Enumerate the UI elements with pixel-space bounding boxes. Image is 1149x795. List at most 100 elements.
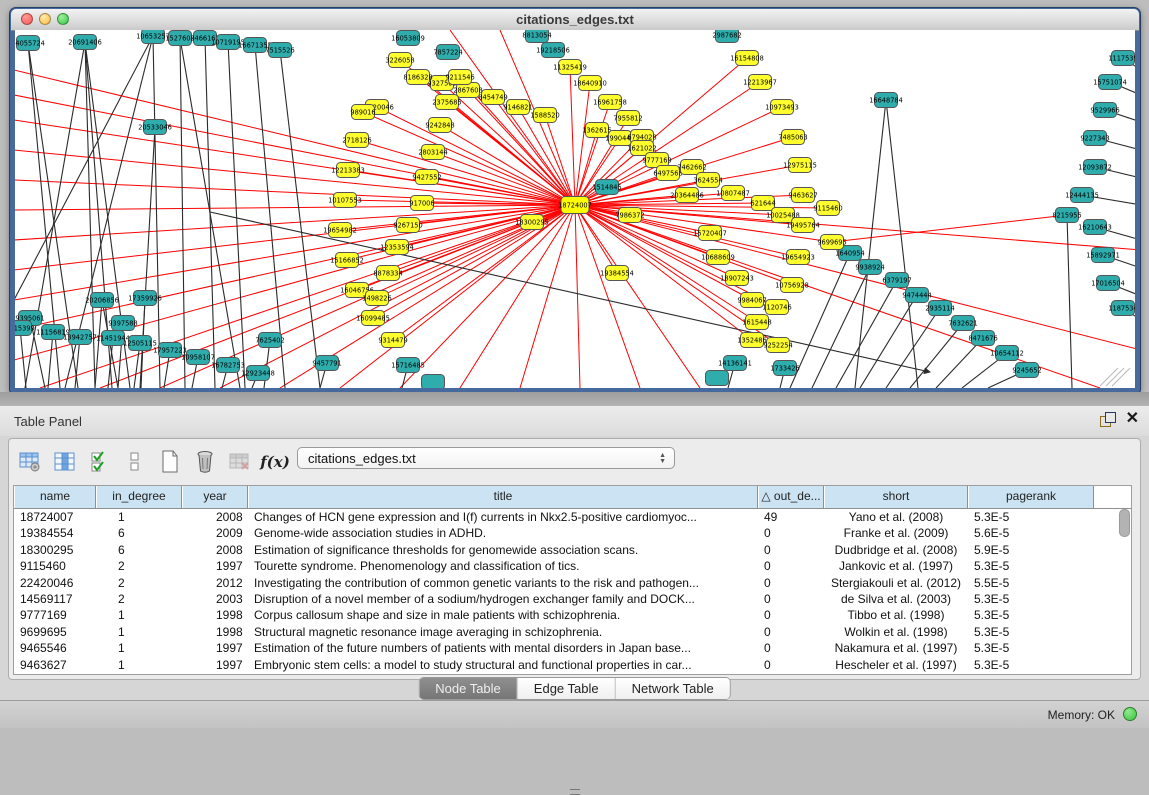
panel-divider[interactable] <box>0 392 1149 406</box>
cell-title[interactable]: Investigating the contribution of common… <box>248 575 758 591</box>
cell-year[interactable]: 1997 <box>182 640 248 656</box>
graph-node-teal[interactable]: 7857224 <box>433 45 462 60</box>
graph-node-selected[interactable]: 9427552 <box>412 170 441 185</box>
graph-node-selected[interactable]: 1352486 <box>737 333 766 348</box>
graph-node-selected[interactable]: 19384554 <box>600 266 634 281</box>
graph-edge[interactable] <box>363 112 575 205</box>
graph-node-teal[interactable]: 1733426 <box>770 361 799 376</box>
graph-node-teal[interactable]: 14136141 <box>718 356 752 371</box>
cell-short[interactable]: Stergiakouli et al. (2012) <box>824 575 968 591</box>
cell-name[interactable]: 14569117 <box>14 591 96 607</box>
unselect-rows-icon[interactable] <box>122 448 148 476</box>
close-panel-icon[interactable]: ✕ <box>1126 412 1139 426</box>
cell-name[interactable]: 18724007 <box>14 509 96 525</box>
cell-title[interactable]: Genome-wide association studies in ADHD. <box>248 525 758 541</box>
cell-year[interactable]: 1998 <box>182 607 248 623</box>
graph-node-selected[interactable]: 9211546 <box>445 70 474 85</box>
cell-in_degree[interactable]: 2 <box>96 591 182 607</box>
graph-edge[interactable] <box>886 100 918 388</box>
graph-node-teal[interactable]: 1514845 <box>592 180 621 195</box>
column-header-out_de[interactable]: △ out_de... <box>758 486 824 508</box>
table-columns-icon[interactable] <box>52 448 78 476</box>
cell-short[interactable]: Wolkin et al. (1998) <box>824 624 968 640</box>
cell-title[interactable]: Corpus callosum shape and size in male p… <box>248 607 758 623</box>
graph-node-teal[interactable]: 10654112 <box>990 346 1024 361</box>
cell-out_de[interactable]: 0 <box>758 657 824 673</box>
select-all-checks-icon[interactable] <box>87 448 113 476</box>
graph-node-teal[interactable]: 8471676 <box>968 331 997 346</box>
table-row[interactable]: 911546021997Tourette syndrome. Phenomeno… <box>14 558 1131 574</box>
graph-edge[interactable] <box>575 205 1100 388</box>
graph-edge[interactable] <box>280 50 320 388</box>
cell-name[interactable]: 19384554 <box>14 525 96 541</box>
graph-edge[interactable] <box>520 205 575 388</box>
cell-year[interactable]: 2008 <box>182 542 248 558</box>
graph-node-teal[interactable]: 24055724 <box>15 36 45 51</box>
graph-node-selected[interactable]: 9252254 <box>763 338 792 353</box>
graph-node-selected[interactable]: 9463627 <box>788 188 817 203</box>
graph-node-teal[interactable]: 15892971 <box>1086 248 1120 263</box>
cell-in_degree[interactable]: 1 <box>96 657 182 673</box>
graph-node-teal[interactable]: 20206856 <box>85 293 119 308</box>
graph-node-teal[interactable]: 20533046 <box>138 120 172 135</box>
graph-node-teal[interactable]: 1117539 <box>1108 51 1135 66</box>
cell-in_degree[interactable]: 1 <box>96 509 182 525</box>
cell-name[interactable]: 9463627 <box>14 657 96 673</box>
graph-node-teal[interactable]: 19218506 <box>536 43 570 58</box>
table-row[interactable]: 969969511998Structural magnetic resonanc… <box>14 624 1131 640</box>
graph-edge[interactable] <box>910 323 963 388</box>
table-row[interactable]: 1456911722003Disruption of a novel membe… <box>14 591 1131 607</box>
node-table[interactable]: namein_degreeyeartitle△ out_de...shortpa… <box>13 485 1132 675</box>
column-header-title[interactable]: title <box>248 486 758 508</box>
graph-node-selected[interactable]: 10756928 <box>775 278 809 293</box>
graph-node-selected[interactable]: 16961758 <box>593 95 627 110</box>
function-builder-icon[interactable]: f(x) <box>262 448 288 476</box>
graph-edge[interactable] <box>886 308 940 388</box>
cell-title[interactable]: Tourette syndrome. Phenomenology and cla… <box>248 558 758 574</box>
cell-short[interactable]: Yano et al. (2008) <box>824 509 968 525</box>
graph-edge[interactable] <box>860 295 917 388</box>
cell-pagerank[interactable]: 5.6E-5 <box>968 525 1094 541</box>
graph-node-selected[interactable]: 19654982 <box>323 223 357 238</box>
graph-edge[interactable] <box>95 300 102 388</box>
graph-node-selected[interactable]: 9115460 <box>813 201 842 216</box>
graph-node-selected[interactable]: 15720407 <box>693 226 727 241</box>
delete-attribute-icon[interactable] <box>192 448 218 476</box>
cell-title[interactable]: Estimation of significance thresholds fo… <box>248 542 758 558</box>
tab-edge-table[interactable]: Edge Table <box>518 678 616 699</box>
graph-node-selected[interactable]: 18640910 <box>573 76 607 91</box>
graph-node-selected[interactable]: 7955812 <box>613 111 642 126</box>
cell-title[interactable]: Embryonic stem cells: a model to study s… <box>248 657 758 673</box>
graph-edge[interactable] <box>575 205 580 388</box>
table-row[interactable]: 946362711997Embryonic stem cells: a mode… <box>14 657 1131 673</box>
column-header-in_degree[interactable]: in_degree <box>96 486 182 508</box>
graph-node-teal[interactable]: 9529966 <box>1090 103 1119 118</box>
graph-node-teal[interactable]: 16210643 <box>1078 220 1112 235</box>
graph-edge[interactable] <box>15 205 575 210</box>
graph-node-teal[interactable]: 9397588 <box>108 316 137 331</box>
graph-node-selected[interactable]: 12213383 <box>331 163 365 178</box>
graph-node-selected[interactable]: 2718126 <box>342 133 371 148</box>
column-header-pagerank[interactable]: pagerank <box>968 486 1094 508</box>
network-canvas[interactable]: 2405572420691406106532571527602846616210… <box>15 30 1135 388</box>
cell-name[interactable]: 9115460 <box>14 558 96 574</box>
cell-short[interactable]: Hescheler et al. (1997) <box>824 657 968 673</box>
graph-node-selected[interactable]: 9146821 <box>503 100 532 115</box>
cell-pagerank[interactable]: 5.5E-5 <box>968 575 1094 591</box>
graph-node-teal[interactable]: 9457791 <box>312 356 341 371</box>
cell-pagerank[interactable]: 5.3E-5 <box>968 640 1094 656</box>
graph-edge[interactable] <box>1067 215 1072 388</box>
cell-year[interactable]: 2009 <box>182 525 248 541</box>
cell-out_de[interactable]: 0 <box>758 607 824 623</box>
graph-node-selected[interactable]: 1498226 <box>362 291 391 306</box>
graph-node-teal[interactable]: 9227343 <box>1080 131 1109 146</box>
cell-title[interactable]: Disruption of a novel member of a sodium… <box>248 591 758 607</box>
graph-node-selected[interactable]: 1120746 <box>762 300 791 315</box>
cell-short[interactable]: Nakamura et al. (1997) <box>824 640 968 656</box>
graph-node-selected[interactable]: 12213967 <box>743 75 777 90</box>
graph-node-selected[interactable]: 9242848 <box>425 118 454 133</box>
column-header-short[interactable]: short <box>824 486 968 508</box>
table-settings-icon[interactable] <box>17 448 43 476</box>
graph-node-teal[interactable]: 16782753 <box>211 358 245 373</box>
column-header-year[interactable]: year <box>182 486 248 508</box>
